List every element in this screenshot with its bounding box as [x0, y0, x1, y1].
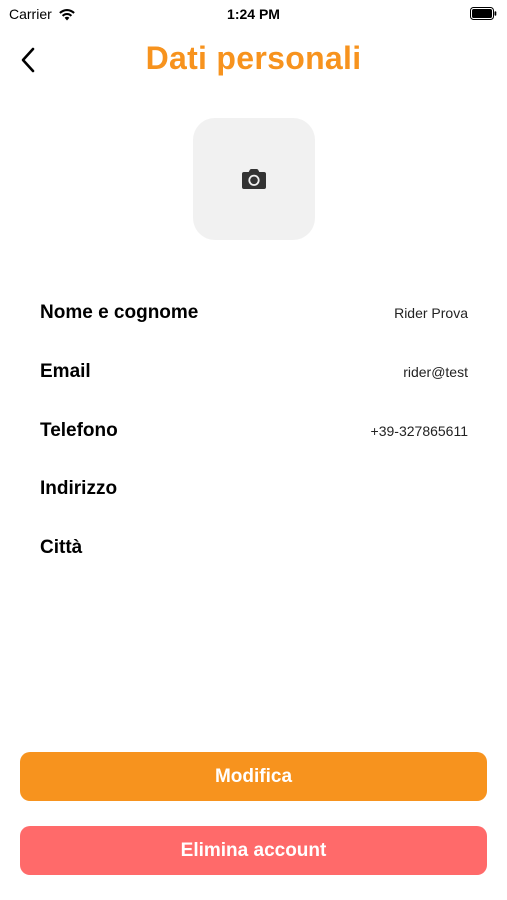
- avatar-photo-picker[interactable]: [193, 118, 315, 240]
- status-bar: Carrier 1:24 PM: [0, 0, 507, 28]
- field-full-name: Nome e cognome Rider Prova: [40, 284, 468, 343]
- field-label: Telefono: [40, 419, 118, 441]
- field-label: Indirizzo: [40, 478, 118, 500]
- field-label: Città: [40, 537, 83, 559]
- page-title: Dati personali: [145, 40, 362, 76]
- field-label: Email: [40, 361, 91, 383]
- field-value: Rider Prova: [394, 305, 468, 322]
- field-address: Indirizzo: [40, 460, 468, 519]
- field-value: +39-327865611: [370, 422, 468, 439]
- battery-icon: [470, 7, 497, 20]
- personal-data-list: Nome e cognome Rider Prova Email rider@t…: [40, 284, 468, 577]
- edit-button[interactable]: Modifica: [20, 752, 487, 801]
- field-city: Città: [40, 519, 468, 578]
- personal-data-screen: Carrier 1:24 PM Dati personali Nome e co…: [0, 0, 507, 900]
- delete-account-button[interactable]: Elimina account: [20, 826, 487, 875]
- field-phone: Telefono +39-327865611: [40, 401, 468, 460]
- field-value: rider@test: [403, 364, 468, 381]
- field-label: Nome e cognome: [40, 302, 199, 324]
- field-email: Email rider@test: [40, 343, 468, 402]
- camera-icon: [242, 169, 266, 189]
- status-time: 1:24 PM: [227, 6, 280, 22]
